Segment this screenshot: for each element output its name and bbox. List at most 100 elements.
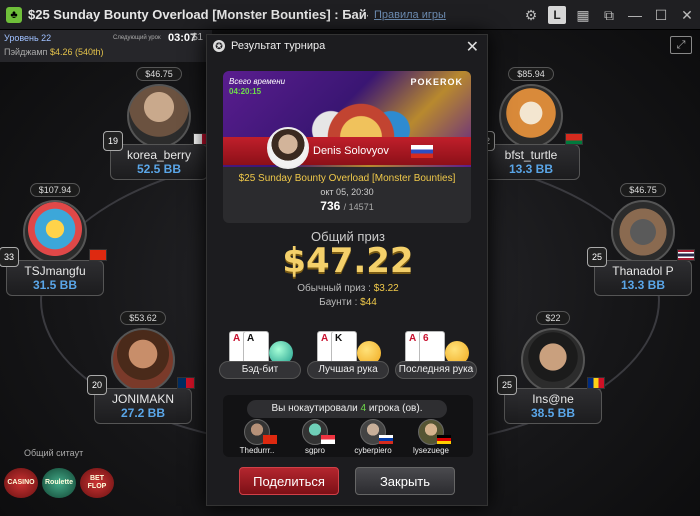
nameplate: 19 korea_berry 52.5 BB [103, 131, 211, 180]
tournament-info-panel: Уровень 22 Следующий урок 03:07 $1 Пэйдж… [0, 30, 212, 62]
blinds-text: $1 [192, 32, 204, 43]
germany-flag-icon [437, 435, 451, 444]
player-bb: 38.5 BB [530, 406, 576, 420]
avatar [23, 200, 87, 264]
nameplate: 25 Thanadol P 13.3 BB [587, 247, 695, 296]
maximize-icon[interactable]: ☐ [648, 0, 674, 30]
stack-amount: $85.94 [508, 67, 554, 81]
player-name: Ins@ne [532, 392, 574, 406]
knocked-player-name: lysezuege [412, 446, 450, 455]
title-bar-controls: ⚙ L ▦ ⧉ — ☐ ✕ [518, 0, 700, 30]
knocked-player[interactable]: lysezuege [405, 419, 457, 455]
country-flag-icon [587, 377, 605, 389]
layout-icon[interactable]: L [548, 6, 566, 24]
nameplate: 25 Ins@ne 38.5 BB [497, 375, 605, 424]
avatar [360, 419, 393, 445]
stack-amount: $22 [536, 311, 570, 325]
fullscreen-icon[interactable]: ⤢ [670, 36, 692, 54]
knocked-player-name: cyberpiero [354, 446, 392, 455]
lobby-icon[interactable]: ⧉ [596, 0, 622, 30]
knocked-player-name: sgpro [304, 446, 325, 455]
knockouts-title: Вы нокаутировали 4 игрока (ов). [247, 400, 447, 418]
nameplate: 42 bfst_turtle 13.3 BB [475, 131, 583, 180]
avatar [302, 419, 335, 445]
knocked-player-name: Thedurrr.. [239, 446, 275, 455]
dialog-close-icon[interactable]: ✕ [466, 37, 479, 57]
side-games: CASINO Roulette BET FLOP [4, 468, 114, 498]
casino-game-icon[interactable]: CASINO [4, 468, 38, 498]
knocked-player[interactable]: Thedurrr.. [231, 419, 283, 455]
best-hand[interactable]: A K Лучшая рука [307, 331, 389, 387]
minimize-icon[interactable]: — [622, 0, 648, 30]
avatar [611, 200, 675, 264]
leaderjump-row: Пэйджамп $4.26 (540th) [4, 47, 104, 57]
close-button[interactable]: Закрыть [355, 467, 455, 495]
tables-icon[interactable]: ▦ [570, 0, 596, 30]
seat-bfst-turtle[interactable]: $85.94 42 bfst_turtle 13.3 BB [475, 64, 586, 180]
winner-name: Denis Solovyov [313, 145, 389, 157]
hand-label: Лучшая рука [307, 361, 389, 379]
regular-prize-value: $3.22 [373, 283, 399, 294]
leaderjump-label: Пэйджамп [4, 47, 48, 57]
knockouts-box: Вы нокаутировали 4 игрока (ов). Thedurrr… [223, 395, 473, 457]
seat-jonimakn[interactable]: $53.62 20 JONIMAKN 27.2 BB [87, 308, 198, 424]
avatar [127, 84, 191, 148]
knocked-player[interactable]: cyberpiero [347, 419, 399, 455]
country-flag-icon [677, 249, 695, 261]
bad-beat-hand[interactable]: A A Бэд-бит [219, 331, 301, 387]
stack-amount: $46.75 [620, 183, 666, 197]
player-name: TSJmangfu [24, 264, 86, 278]
rules-link[interactable]: Правила игры [374, 9, 454, 21]
total-prize-amount: $47.22 [282, 241, 414, 281]
knocked-players: Thedurrr.. sgpro cyberpiero lysezuege [227, 419, 469, 455]
player-name: Thanadol P [612, 264, 674, 278]
nameplate: 33 TSJmangfu 31.5 BB [0, 247, 107, 296]
poker-table-window: { "window": { "title": "$25 Sunday Bount… [0, 0, 700, 516]
nameplate: 20 JONIMAKN 27.2 BB [87, 375, 195, 424]
card: A [243, 331, 269, 365]
last-hand[interactable]: A 6 Последняя рука [395, 331, 477, 387]
gear-icon[interactable]: ⚙ [518, 0, 544, 30]
poker-chip-icon: ✪ [213, 40, 225, 52]
stack-amount: $107.94 [29, 183, 81, 197]
player-name: JONIMAKN [111, 392, 174, 406]
seat-tsjmangfu[interactable]: $107.94 33 TSJmangfu 31.5 BB [0, 180, 110, 296]
title-bar: ♣ $25 Sunday Bounty Overload [Monster Bo… [0, 0, 700, 30]
player-name: korea_berry [126, 148, 192, 162]
leaderjump-value: $4.26 (540th) [49, 47, 104, 57]
total-time-label: Всего времени [229, 77, 286, 86]
knockout-text-end: игрока (ов). [366, 403, 423, 414]
knocked-player[interactable]: sgpro [289, 419, 341, 455]
finish-place: 736 / 14571 [223, 199, 471, 213]
place-value: 736 [320, 199, 341, 213]
russia-flag-icon [411, 145, 433, 158]
hole-cards: A K [317, 331, 363, 365]
knockout-text: Вы нокаутировали [271, 403, 361, 414]
country-flag-icon [89, 249, 107, 261]
country-flag-icon [177, 377, 195, 389]
hand-label: Последняя рука [395, 361, 477, 379]
tournament-result-dialog: ✪ Результат турнира ✕ Всего времени 04:2… [206, 34, 488, 506]
stack-amount: $46.75 [136, 67, 182, 81]
avatar [499, 84, 563, 148]
avatar [521, 328, 585, 392]
seat-thanadol-p[interactable]: $46.75 25 Thanadol P 13.3 BB [587, 180, 698, 296]
level-text: Уровень 22 [4, 33, 52, 43]
slovenia-flag-icon [379, 435, 393, 444]
close-icon[interactable]: ✕ [674, 0, 700, 30]
regular-prize-label: Обычный приз : [297, 283, 371, 294]
roulette-game-icon[interactable]: Roulette [42, 468, 76, 498]
hand-highlights: A A Бэд-бит A K Лучшая рука A 6 Последня… [219, 331, 479, 387]
avatar [244, 419, 277, 445]
stack-amount: $53.62 [120, 311, 166, 325]
share-button[interactable]: Поделиться [239, 467, 339, 495]
hole-cards: A A [229, 331, 275, 365]
seat-insane[interactable]: $22 25 Ins@ne 38.5 BB [497, 308, 608, 424]
place-total: / 14571 [343, 202, 374, 212]
hand-label: Бэд-бит [219, 361, 301, 379]
level-badge: 19 [103, 131, 123, 151]
bet-flop-game-icon[interactable]: BET FLOP [80, 468, 114, 498]
bounty-label: Баунти : [319, 297, 358, 308]
country-flag-icon [565, 133, 583, 145]
seat-korea-berry[interactable]: $46.75 19 korea_berry 52.5 BB [103, 64, 214, 180]
